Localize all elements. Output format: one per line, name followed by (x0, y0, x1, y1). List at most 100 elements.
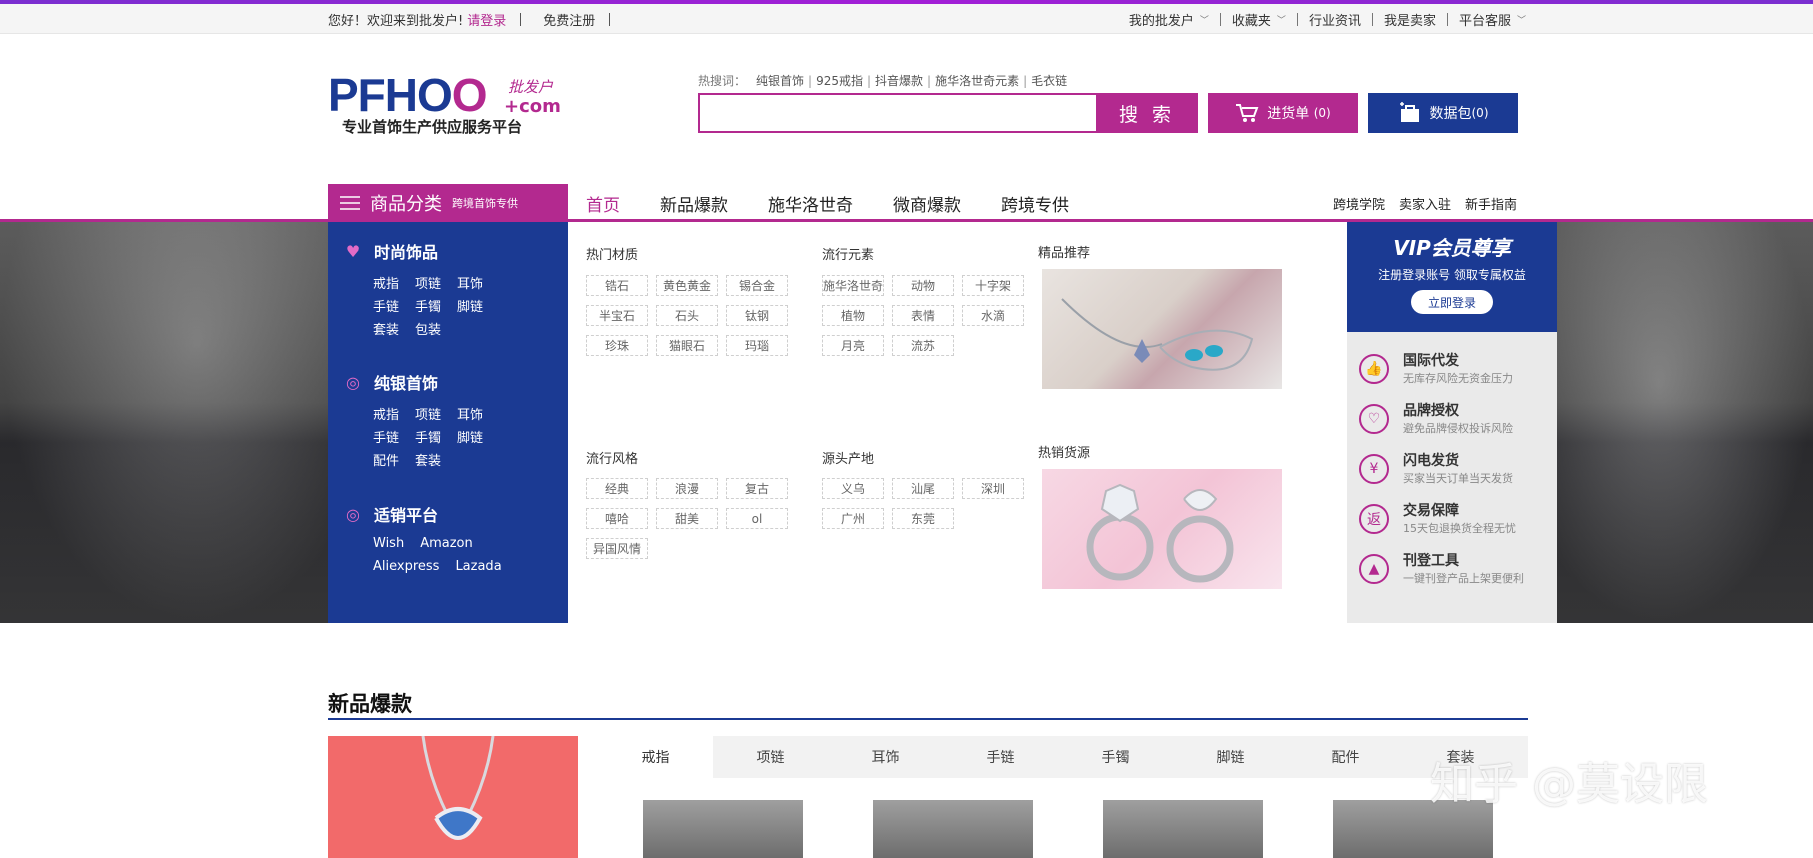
category-link[interactable]: 脚链 (457, 296, 483, 315)
tab-earrings[interactable]: 耳饰 (828, 736, 943, 778)
tag[interactable]: 流苏 (892, 335, 954, 356)
category-link[interactable]: 项链 (415, 273, 441, 292)
hot-word[interactable]: 纯银首饰 (756, 72, 804, 89)
site-logo[interactable]: PFHOO 批发户 +com 专业首饰生产供应服务平台 (328, 70, 568, 140)
tag[interactable]: 水滴 (962, 305, 1024, 326)
tab-anklets[interactable]: 脚链 (1173, 736, 1288, 778)
register-link[interactable]: 免费注册 (543, 10, 595, 29)
search-input[interactable] (700, 95, 1096, 131)
login-link[interactable]: 请登录 (467, 10, 506, 29)
service-item[interactable]: 👍 国际代发 无库存风险无资金压力 (1359, 350, 1549, 392)
tag[interactable]: 动物 (892, 275, 954, 296)
category-link[interactable]: Amazon (420, 536, 473, 551)
category-link[interactable]: Lazada (455, 559, 501, 574)
tag[interactable]: 广州 (822, 508, 884, 529)
tag[interactable]: 汕尾 (892, 478, 954, 499)
category-link[interactable]: 耳饰 (457, 273, 483, 292)
category-link[interactable]: 项链 (415, 404, 441, 423)
category-link[interactable]: Aliexpress (373, 559, 439, 574)
category-link[interactable]: 耳饰 (457, 404, 483, 423)
tag[interactable]: 浪漫 (656, 478, 718, 499)
tag[interactable]: 半宝石 (586, 305, 648, 326)
category-link[interactable]: 脚链 (457, 427, 483, 446)
hot-product-image[interactable] (1042, 469, 1282, 589)
category-link[interactable]: 套装 (373, 319, 399, 338)
tag[interactable]: 嘻哈 (586, 508, 648, 529)
tag[interactable]: 猫眼石 (656, 335, 718, 356)
tag[interactable]: 珍珠 (586, 335, 648, 356)
seller-join-link[interactable]: 卖家入驻 (1399, 194, 1451, 213)
service-item[interactable]: ♡ 品牌授权 避免品牌侵权投诉风险 (1359, 400, 1549, 442)
nav-wechat-hot[interactable]: 微商爆款 (893, 191, 961, 216)
hot-word[interactable]: 抖音爆款 (875, 72, 923, 89)
tag[interactable]: 石头 (656, 305, 718, 326)
category-link[interactable]: Wish (373, 536, 404, 551)
category-link[interactable]: 配件 (373, 450, 399, 469)
nav-new-products[interactable]: 新品爆款 (660, 191, 728, 216)
category-link[interactable]: 手链 (373, 427, 399, 446)
thumb-icon: 👍 (1359, 354, 1389, 384)
category-title-fashion[interactable]: ♥ 时尚饰品 (344, 239, 438, 263)
favorites-menu[interactable]: 收藏夹 ﹀ (1232, 10, 1286, 29)
tab-bracelets[interactable]: 手链 (943, 736, 1058, 778)
cart-button[interactable]: 进货单 (0) (1208, 93, 1358, 133)
category-link[interactable]: 戒指 (373, 273, 399, 292)
category-title-silver[interactable]: ◎ 纯银首饰 (344, 370, 438, 394)
tag[interactable]: 复古 (726, 478, 788, 499)
my-account-menu[interactable]: 我的批发户 ﹀ (1129, 10, 1209, 29)
hot-word[interactable]: 925戒指 (816, 72, 863, 89)
customer-service-menu[interactable]: 平台客服 ﹀ (1459, 10, 1526, 29)
cross-border-academy-link[interactable]: 跨境学院 (1333, 194, 1385, 213)
category-menu-header[interactable]: 商品分类 跨境首饰专供 (328, 184, 568, 222)
category-link[interactable]: 手镯 (415, 427, 441, 446)
heart-icon: ♡ (1359, 404, 1389, 434)
category-link[interactable]: 套装 (415, 450, 441, 469)
nav-cross-border[interactable]: 跨境专供 (1001, 191, 1069, 216)
vip-login-button[interactable]: 立即登录 (1411, 290, 1493, 314)
product-thumbnail[interactable] (873, 800, 1033, 858)
tag[interactable]: 异国风情 (586, 538, 648, 559)
tag[interactable]: 施华洛世奇 (822, 275, 884, 296)
product-thumbnail[interactable] (643, 800, 803, 858)
tab-bangles[interactable]: 手镯 (1058, 736, 1173, 778)
ring-icon: ◎ (346, 504, 360, 524)
category-link[interactable]: 手链 (373, 296, 399, 315)
tag[interactable]: 深圳 (962, 478, 1024, 499)
tag[interactable]: 表情 (892, 305, 954, 326)
beginner-guide-link[interactable]: 新手指南 (1465, 194, 1517, 213)
industry-news-link[interactable]: 行业资讯 (1309, 10, 1361, 29)
tag[interactable]: 黄色黄金 (656, 275, 718, 296)
tag[interactable]: 锆石 (586, 275, 648, 296)
category-link[interactable]: 包装 (415, 319, 441, 338)
tag[interactable]: 十字架 (962, 275, 1024, 296)
search-button[interactable]: 搜 索 (1096, 93, 1198, 133)
service-item[interactable]: 返 交易保障 15天包退换货全程无忧 (1359, 500, 1549, 542)
tab-necklaces[interactable]: 项链 (713, 736, 828, 778)
nav-swarovski[interactable]: 施华洛世奇 (768, 191, 853, 216)
new-products-feature-banner[interactable] (328, 736, 578, 858)
tag[interactable]: 月亮 (822, 335, 884, 356)
tag[interactable]: 甜美 (656, 508, 718, 529)
nav-home[interactable]: 首页 (586, 191, 620, 216)
tag[interactable]: 经典 (586, 478, 648, 499)
tag[interactable]: 义乌 (822, 478, 884, 499)
category-link[interactable]: 手镯 (415, 296, 441, 315)
data-pack-button[interactable]: 数据包 (0) (1368, 93, 1518, 133)
category-title-platforms[interactable]: ◎ 适销平台 (344, 502, 438, 526)
service-item[interactable]: ¥ 闪电发货 买家当天订单当天发货 (1359, 450, 1549, 492)
seller-link[interactable]: 我是卖家 (1384, 10, 1436, 29)
hot-word[interactable]: 施华洛世奇元素 (935, 72, 1019, 89)
tag[interactable]: ol (726, 508, 788, 529)
featured-product-image[interactable] (1042, 269, 1282, 389)
hot-word[interactable]: 毛衣链 (1031, 72, 1067, 89)
tag[interactable]: 植物 (822, 305, 884, 326)
tag[interactable]: 钛钢 (726, 305, 788, 326)
service-item[interactable]: ▲ 刊登工具 一键刊登产品上架更便利 (1359, 550, 1549, 592)
tab-rings[interactable]: 戒指 (598, 736, 713, 778)
tab-accessories[interactable]: 配件 (1288, 736, 1403, 778)
product-thumbnail[interactable] (1103, 800, 1263, 858)
tag[interactable]: 东莞 (892, 508, 954, 529)
category-link[interactable]: 戒指 (373, 404, 399, 423)
tag[interactable]: 玛瑙 (726, 335, 788, 356)
tag[interactable]: 锡合金 (726, 275, 788, 296)
